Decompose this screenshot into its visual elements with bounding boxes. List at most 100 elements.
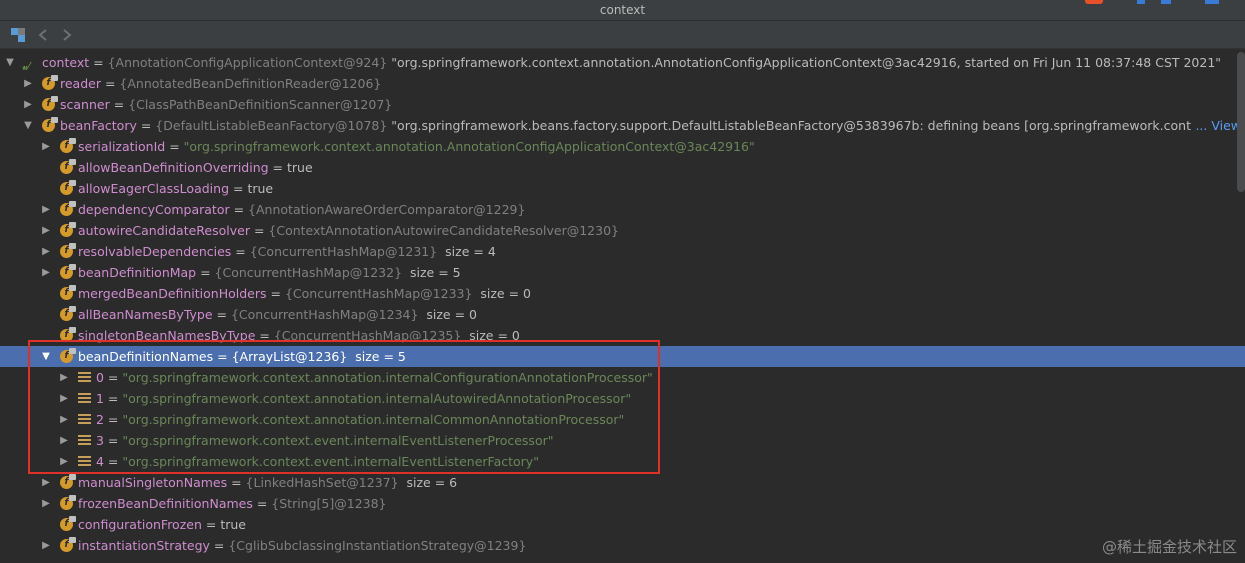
field-name: beanFactory (60, 118, 137, 133)
field-size: size = 4 (445, 244, 496, 259)
field-value: true (287, 160, 313, 175)
tree-row-singletonBeanNamesByType[interactable]: f singletonBeanNamesByType = {Concurrent… (0, 325, 1245, 346)
tree-row-beanDefinitionMap[interactable]: ▶ f beanDefinitionMap = {ConcurrentHashM… (0, 262, 1245, 283)
field-name: mergedBeanDefinitionHolders (78, 286, 267, 301)
field-value: true (247, 181, 274, 196)
tree-row-allBeanNamesByType[interactable]: f allBeanNamesByType = {ConcurrentHashMa… (0, 304, 1245, 325)
tree-row-list-item-0[interactable]: ▶ 0 = "org.springframework.context.annot… (0, 367, 1245, 388)
field-icon: f (60, 180, 76, 195)
restore-layout-icon[interactable] (10, 27, 26, 43)
collapsed-arrow-icon[interactable]: ▶ (40, 535, 52, 556)
field-icon: f (60, 474, 76, 489)
tree-row-beanDefinitionNames[interactable]: ▼ f beanDefinitionNames = {ArrayList@123… (0, 346, 1245, 367)
list-element-icon (78, 393, 91, 404)
item-value: "org.springframework.context.annotation.… (122, 370, 653, 385)
field-name: dependencyComparator (78, 202, 230, 217)
item-index: 1 (96, 391, 104, 406)
field-ref: {DefaultListableBeanFactory@1078} (155, 118, 388, 133)
field-ref: {ConcurrentHashMap@1231} (249, 244, 438, 259)
collapsed-arrow-icon[interactable]: ▶ (40, 472, 52, 493)
field-icon: f (60, 537, 76, 552)
field-ref: {String[5]@1238} (271, 496, 387, 511)
field-ref: {ConcurrentHashMap@1232} (214, 265, 403, 280)
expanded-arrow-icon[interactable]: ▼ (22, 115, 34, 136)
tree-row-dependencyComparator[interactable]: ▶ f dependencyComparator = {AnnotationAw… (0, 199, 1245, 220)
tree-row-list-item-2[interactable]: ▶ 2 = "org.springframework.context.annot… (0, 409, 1245, 430)
item-value: "org.springframework.context.annotation.… (122, 391, 632, 406)
collapsed-arrow-icon[interactable]: ▶ (22, 73, 34, 94)
tree-row-mergedBeanDefinitionHolders[interactable]: f mergedBeanDefinitionHolders = {Concurr… (0, 283, 1245, 304)
collapsed-arrow-icon[interactable]: ▶ (22, 94, 34, 115)
list-element-icon (78, 456, 91, 467)
tree-row-resolvableDependencies[interactable]: ▶ f resolvableDependencies = {Concurrent… (0, 241, 1245, 262)
field-value: "org.springframework.context.annotation.… (183, 139, 755, 154)
collapsed-arrow-icon[interactable]: ▶ (40, 136, 52, 157)
tree-row-scanner[interactable]: ▶ f scanner = {ClassPathBeanDefinitionSc… (0, 94, 1245, 115)
list-element-icon (78, 414, 91, 425)
tree-row-context[interactable]: ▼ 𝓿⁄ context = {AnnotationConfigApplicat… (0, 52, 1245, 73)
tree-row-allowBeanDefinitionOverriding[interactable]: f allowBeanDefinitionOverriding = true (0, 157, 1245, 178)
tree-row-serializationId[interactable]: ▶ f serializationId = "org.springframewo… (0, 136, 1245, 157)
item-index: 2 (96, 412, 104, 427)
variable-ref: {AnnotationConfigApplicationContext@924} (107, 55, 388, 70)
field-size: size = 5 (409, 265, 461, 280)
field-ref: {ArrayList@1236} (231, 349, 348, 364)
collapsed-arrow-icon[interactable]: ▶ (40, 220, 52, 241)
tree-row-autowireCandidateResolver[interactable]: ▶ f autowireCandidateResolver = {Context… (0, 220, 1245, 241)
collapsed-arrow-icon[interactable]: ▶ (58, 409, 70, 430)
collapsed-arrow-icon[interactable]: ▶ (58, 451, 70, 472)
field-size: size = 0 (426, 307, 478, 322)
tree-row-allowEagerClassLoading[interactable]: f allowEagerClassLoading = true (0, 178, 1245, 199)
field-icon: f (42, 117, 58, 132)
field-value: "org.springframework.beans.factory.suppo… (391, 118, 1245, 133)
field-ref: {ContextAnnotationAutowireCandidateResol… (268, 223, 619, 238)
field-size: size = 5 (355, 349, 406, 364)
context-variable-icon: 𝓿⁄ (22, 60, 30, 73)
field-ref: {ClassPathBeanDefinitionScanner@1207} (128, 97, 393, 112)
expanded-arrow-icon[interactable]: ▼ (4, 52, 16, 73)
collapsed-arrow-icon[interactable]: ▶ (58, 430, 70, 451)
field-name: resolvableDependencies (78, 244, 232, 259)
tree-row-list-item-4[interactable]: ▶ 4 = "org.springframework.context.event… (0, 451, 1245, 472)
field-name: reader (60, 76, 101, 91)
field-size: size = 0 (480, 286, 532, 301)
tree-row-list-item-3[interactable]: ▶ 3 = "org.springframework.context.event… (0, 430, 1245, 451)
field-name: configurationFrozen (78, 517, 202, 532)
tree-row-list-item-1[interactable]: ▶ 1 = "org.springframework.context.annot… (0, 388, 1245, 409)
field-name: autowireCandidateResolver (78, 223, 250, 238)
field-name: singletonBeanNamesByType (78, 328, 256, 343)
tree-row-configurationFrozen[interactable]: f configurationFrozen = true (0, 514, 1245, 535)
collapsed-arrow-icon[interactable]: ▶ (58, 367, 70, 388)
field-icon: f (60, 138, 76, 153)
tree-row-beanFactory[interactable]: ▼ f beanFactory = {DefaultListableBeanFa… (0, 115, 1245, 136)
tree-row-manualSingletonNames[interactable]: ▶ f manualSingletonNames = {LinkedHashSe… (0, 472, 1245, 493)
tree-row-instantiationStrategy[interactable]: ▶ f instantiationStrategy = {CglibSubcla… (0, 535, 1245, 556)
collapsed-arrow-icon[interactable]: ▶ (40, 262, 52, 283)
vertical-scrollbar[interactable] (1237, 52, 1245, 192)
field-name: serializationId (78, 139, 166, 154)
expanded-arrow-icon[interactable]: ▼ (40, 346, 52, 367)
item-value: "org.springframework.context.event.inter… (122, 433, 554, 448)
field-value: true (220, 517, 246, 532)
watermark: @稀土掘金技术社区 (1101, 538, 1237, 556)
field-name: allowEagerClassLoading (78, 181, 230, 196)
view-link[interactable]: ... View (1191, 115, 1241, 136)
collapsed-arrow-icon[interactable]: ▶ (40, 199, 52, 220)
field-icon: f (60, 264, 76, 279)
back-icon[interactable] (36, 27, 52, 43)
field-icon: f (60, 348, 76, 363)
field-icon: f (60, 495, 76, 510)
brand-icons (1085, 0, 1219, 4)
collapsed-arrow-icon[interactable]: ▶ (40, 241, 52, 262)
field-name: beanDefinitionNames (78, 349, 214, 364)
field-icon: f (60, 306, 76, 321)
forward-icon[interactable] (58, 27, 74, 43)
collapsed-arrow-icon[interactable]: ▶ (40, 493, 52, 514)
tree-row-reader[interactable]: ▶ f reader = {AnnotatedBeanDefinitionRea… (0, 73, 1245, 94)
field-icon: f (60, 159, 76, 174)
field-ref: {ConcurrentHashMap@1235} (273, 328, 462, 343)
tree-row-frozenBeanDefinitionNames[interactable]: ▶ f frozenBeanDefinitionNames = {String[… (0, 493, 1245, 514)
field-icon: f (42, 75, 58, 90)
list-element-icon (78, 372, 91, 383)
collapsed-arrow-icon[interactable]: ▶ (58, 388, 70, 409)
